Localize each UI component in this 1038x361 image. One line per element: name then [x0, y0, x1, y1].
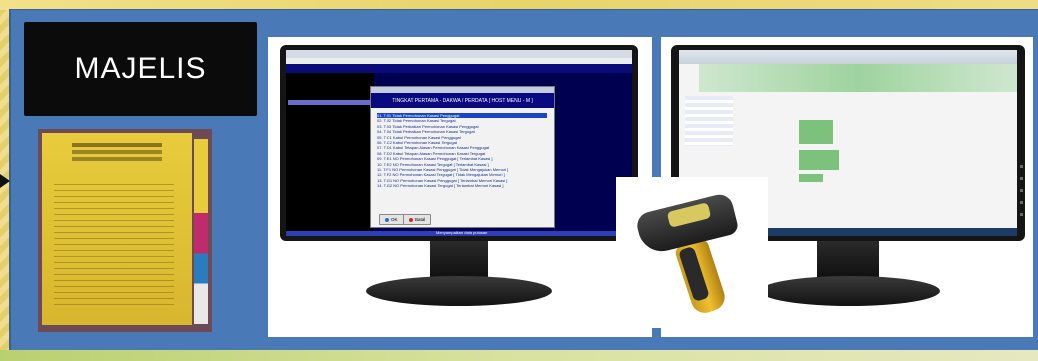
left-monitor-neck — [430, 241, 488, 281]
right-monitor-base — [760, 276, 940, 306]
board-header-lines — [72, 143, 162, 147]
dialog-title: TINGKAT PERTAMA - DAKWA / PERDATA [ HOST… — [371, 93, 554, 108]
window-toolbar — [286, 64, 632, 73]
left-monitor-base — [366, 276, 552, 306]
form-field — [799, 150, 839, 170]
yellow-board — [42, 133, 192, 325]
right-monitor-neck — [817, 241, 879, 281]
ok-icon — [385, 217, 389, 222]
title-box: MAJELIS — [24, 22, 257, 116]
cancel-button[interactable]: Batal — [403, 214, 432, 225]
ok-label: OK — [391, 217, 398, 222]
form-field — [799, 120, 833, 144]
barcode-scanner-photo — [616, 177, 768, 328]
board-color-tabs — [194, 139, 208, 324]
cancel-label: Batal — [415, 217, 426, 222]
case-board-photo — [38, 129, 212, 332]
form-field — [799, 174, 823, 182]
putusan-dialog: TINGKAT PERTAMA - DAKWA / PERDATA [ HOST… — [370, 86, 555, 228]
window-titlebar — [286, 50, 632, 58]
arrow-icon — [0, 174, 10, 188]
browser-chrome — [679, 50, 1017, 64]
bottom-border — [0, 350, 1038, 361]
left-monitor-screen: TINGKAT PERTAMA - DAKWA / PERDATA [ HOST… — [286, 50, 632, 236]
slide-title: MAJELIS — [74, 52, 207, 85]
ok-button[interactable]: OK — [379, 214, 404, 225]
side-menu — [685, 96, 733, 146]
list-item[interactable]: 14. T.G2 NO Permohonan Kasasi Tergugat [… — [377, 183, 547, 188]
status-text: Menyampaikan data putusan — [436, 230, 488, 235]
putusan-list[interactable]: 01. T.01 Tidak Permohonan Kasasi Penggug… — [377, 113, 547, 203]
selected-row — [288, 100, 372, 105]
status-bar: Menyampaikan data putusan — [286, 230, 632, 236]
left-monitor: TINGKAT PERTAMA - DAKWA / PERDATA [ HOST… — [280, 45, 638, 241]
case-info-pane — [286, 73, 374, 233]
board-rows — [54, 179, 174, 309]
green-banner — [699, 64, 1017, 92]
monitor-buttons — [1020, 165, 1023, 225]
cancel-icon — [409, 217, 413, 222]
